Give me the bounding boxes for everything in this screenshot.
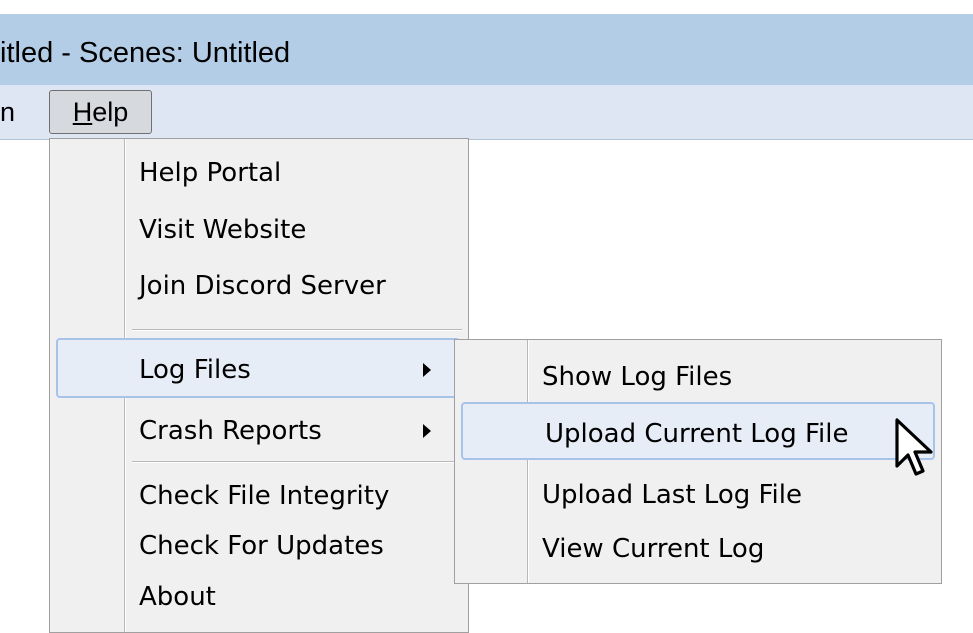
menu-item-join-discord[interactable]: Join Discord Server — [139, 271, 386, 301]
triangle-right-icon — [423, 363, 431, 377]
menu-item-view-current-log[interactable]: View Current Log — [542, 534, 764, 564]
clipped-top-text — [0, 0, 973, 14]
triangle-right-icon — [423, 424, 431, 438]
help-menu: Help Portal Visit Website Join Discord S… — [49, 138, 469, 633]
menu-item-about[interactable]: About — [139, 582, 216, 612]
menu-bar: n Help — [0, 85, 973, 140]
menu-item-show-log-files[interactable]: Show Log Files — [542, 362, 732, 392]
menu-item-log-files[interactable]: Log Files — [139, 355, 251, 385]
window-title: itled - Scenes: Untitled — [0, 37, 291, 69]
mouse-pointer-icon — [895, 418, 933, 476]
menu-item-check-integrity[interactable]: Check File Integrity — [139, 481, 389, 511]
menu-item-log-files-highlight — [56, 338, 460, 398]
help-label-rest: elp — [92, 97, 129, 127]
menu-item-visit-website[interactable]: Visit Website — [139, 215, 306, 245]
menu-item-upload-last-log[interactable]: Upload Last Log File — [542, 480, 802, 510]
menu-help[interactable]: Help — [49, 90, 152, 134]
menu-item-partial[interactable]: n — [0, 85, 15, 140]
help-mnemonic: H — [72, 97, 93, 127]
menu-item-help-portal[interactable]: Help Portal — [139, 158, 281, 188]
menu-item-check-updates[interactable]: Check For Updates — [139, 531, 384, 561]
menu-item-upload-current-log[interactable]: Upload Current Log File — [545, 419, 849, 449]
menu-gutter-divider — [527, 340, 529, 583]
title-bar: itled - Scenes: Untitled — [0, 14, 973, 85]
menu-separator — [132, 329, 462, 331]
log-files-submenu: Show Log Files Upload Current Log File U… — [454, 339, 942, 584]
menu-item-crash-reports[interactable]: Crash Reports — [139, 416, 322, 446]
menu-separator — [132, 461, 462, 463]
